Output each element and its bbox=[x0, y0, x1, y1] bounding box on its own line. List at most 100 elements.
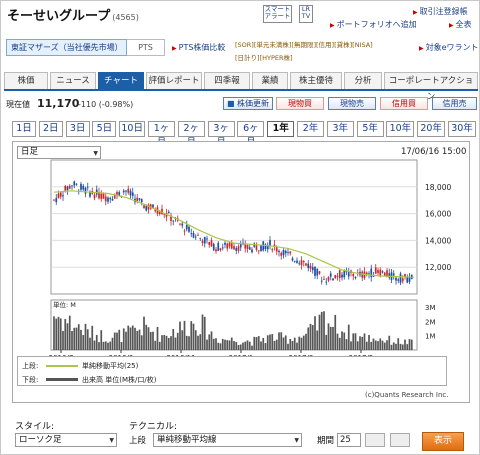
volume-bar bbox=[163, 334, 166, 350]
candle bbox=[185, 224, 188, 230]
smart-alert-button[interactable]: スマート アラート bbox=[263, 5, 292, 23]
sell-margin-button[interactable]: 信用売 bbox=[432, 97, 477, 110]
period-input-2[interactable] bbox=[365, 433, 385, 447]
candle bbox=[86, 186, 89, 188]
candle bbox=[309, 265, 312, 269]
technical-select[interactable]: 単純移動平均線 bbox=[153, 433, 302, 447]
period-tab-12[interactable]: 5年 bbox=[356, 121, 384, 137]
volume-bar bbox=[107, 342, 109, 350]
candle bbox=[248, 247, 251, 250]
period-tab-7[interactable]: 3ヶ月 bbox=[207, 121, 235, 148]
update-price-button[interactable]: ■ 株価更新 bbox=[223, 97, 273, 110]
volume-bar bbox=[401, 344, 404, 350]
volume-unit-label: 単位: M bbox=[53, 300, 76, 309]
volume-bar bbox=[325, 334, 328, 350]
page-title: そーせいグループ (4565) bbox=[7, 9, 139, 24]
period-tab-0[interactable]: 1日 bbox=[12, 121, 36, 137]
ewarrant-link[interactable]: 対象eワラント bbox=[419, 42, 479, 53]
candle bbox=[93, 194, 96, 199]
volume-bar bbox=[251, 345, 253, 350]
volume-bar bbox=[296, 342, 298, 350]
pts-tab[interactable]: PTS bbox=[127, 39, 165, 56]
volume-bar bbox=[233, 341, 235, 350]
volume-bar bbox=[57, 316, 60, 350]
volume-tick-label: 2M bbox=[425, 318, 436, 326]
candle bbox=[233, 246, 235, 250]
main-nav: 株価 ニュース チャート 評価レポート 四季報 業績 株主優待 分析 コーポレー… bbox=[4, 72, 478, 102]
show-button[interactable]: 表示 bbox=[422, 432, 464, 451]
style-select[interactable]: ローソク足 bbox=[15, 433, 117, 447]
tab-rating-report[interactable]: 評価レポート bbox=[146, 72, 202, 89]
candle bbox=[246, 245, 249, 249]
candle bbox=[190, 233, 193, 235]
volume-bar bbox=[111, 337, 114, 350]
period-tab-9[interactable]: 1年 bbox=[267, 121, 295, 137]
candle bbox=[329, 273, 332, 277]
period-tab-5[interactable]: 1ヶ月 bbox=[148, 121, 175, 148]
tab-corporate-action[interactable]: コーポレートアクション bbox=[384, 72, 478, 102]
candle bbox=[68, 185, 71, 189]
volume-bar bbox=[71, 331, 73, 350]
volume-bar bbox=[210, 331, 213, 350]
trade-register-link[interactable]: 取引注登録帳 bbox=[413, 6, 468, 17]
volume-bar bbox=[287, 343, 289, 350]
tab-shareholder-benefits[interactable]: 株主優待 bbox=[290, 72, 342, 89]
volume-bar bbox=[316, 330, 319, 350]
volume-bar bbox=[120, 342, 123, 350]
tab-shikiho[interactable]: 四季報 bbox=[204, 72, 250, 89]
period-tab-8[interactable]: 6ヶ月 bbox=[237, 121, 265, 148]
volume-bar bbox=[332, 326, 334, 350]
volume-bar bbox=[100, 330, 103, 350]
add-portfolio-link[interactable]: ポートフォリオへ追加 bbox=[330, 19, 417, 30]
volume-bar bbox=[343, 332, 346, 350]
candle bbox=[397, 279, 400, 281]
period-tab-11[interactable]: 3年 bbox=[326, 121, 354, 137]
volume-bar bbox=[323, 311, 325, 350]
volume-bar bbox=[309, 323, 312, 350]
candle bbox=[199, 237, 202, 239]
tab-news[interactable]: ニュース bbox=[50, 72, 96, 89]
period-tab-15[interactable]: 30年 bbox=[448, 121, 476, 137]
period-tab-1[interactable]: 2日 bbox=[38, 121, 63, 137]
all-link[interactable]: 全表 bbox=[449, 19, 472, 30]
tab-earnings[interactable]: 業績 bbox=[252, 72, 288, 89]
period-tab-2[interactable]: 3日 bbox=[65, 121, 90, 137]
candle bbox=[228, 242, 231, 247]
candle bbox=[107, 197, 109, 202]
period-tab-6[interactable]: 2ヶ月 bbox=[177, 121, 205, 148]
volume-bar bbox=[203, 316, 206, 350]
candle bbox=[127, 188, 130, 193]
period-tab-14[interactable]: 20年 bbox=[417, 121, 446, 137]
lr-tv-button[interactable]: LR TV bbox=[299, 5, 313, 23]
candle bbox=[224, 242, 226, 245]
tab-analysis[interactable]: 分析 bbox=[344, 72, 382, 89]
volume-bar bbox=[404, 339, 406, 350]
period-tab-13[interactable]: 10年 bbox=[386, 121, 415, 137]
buy-margin-button[interactable]: 信用買 bbox=[380, 97, 428, 110]
volume-bar bbox=[291, 340, 294, 350]
period-tab-10[interactable]: 2年 bbox=[297, 121, 324, 137]
candle bbox=[291, 258, 294, 261]
volume-bar bbox=[136, 330, 139, 350]
market-selector[interactable]: 東証マザーズ（当社優先市場） bbox=[6, 39, 127, 56]
buy-spot-button[interactable]: 現物買 bbox=[276, 97, 324, 110]
volume-bar bbox=[305, 333, 307, 350]
candle bbox=[129, 190, 132, 196]
volume-bar bbox=[152, 331, 154, 350]
volume-bar bbox=[91, 325, 94, 350]
pts-compare-link[interactable]: PTS株価比較 bbox=[172, 42, 226, 53]
candle bbox=[289, 251, 292, 254]
candle bbox=[80, 183, 82, 190]
period-tab-4[interactable]: 10日 bbox=[119, 121, 146, 137]
period-input-3[interactable] bbox=[390, 433, 410, 447]
tab-chart[interactable]: チャート bbox=[98, 72, 144, 89]
tab-stock-price[interactable]: 株価 bbox=[4, 72, 48, 89]
candle bbox=[237, 246, 240, 251]
period-input[interactable]: 25 bbox=[337, 433, 361, 447]
volume-bar bbox=[185, 335, 188, 350]
volume-bar bbox=[302, 335, 305, 350]
sell-spot-button[interactable]: 現物売 bbox=[328, 97, 376, 110]
volume-bar bbox=[255, 337, 258, 350]
period-tab-3[interactable]: 5日 bbox=[92, 121, 117, 137]
period-label: 期間 bbox=[317, 436, 335, 446]
